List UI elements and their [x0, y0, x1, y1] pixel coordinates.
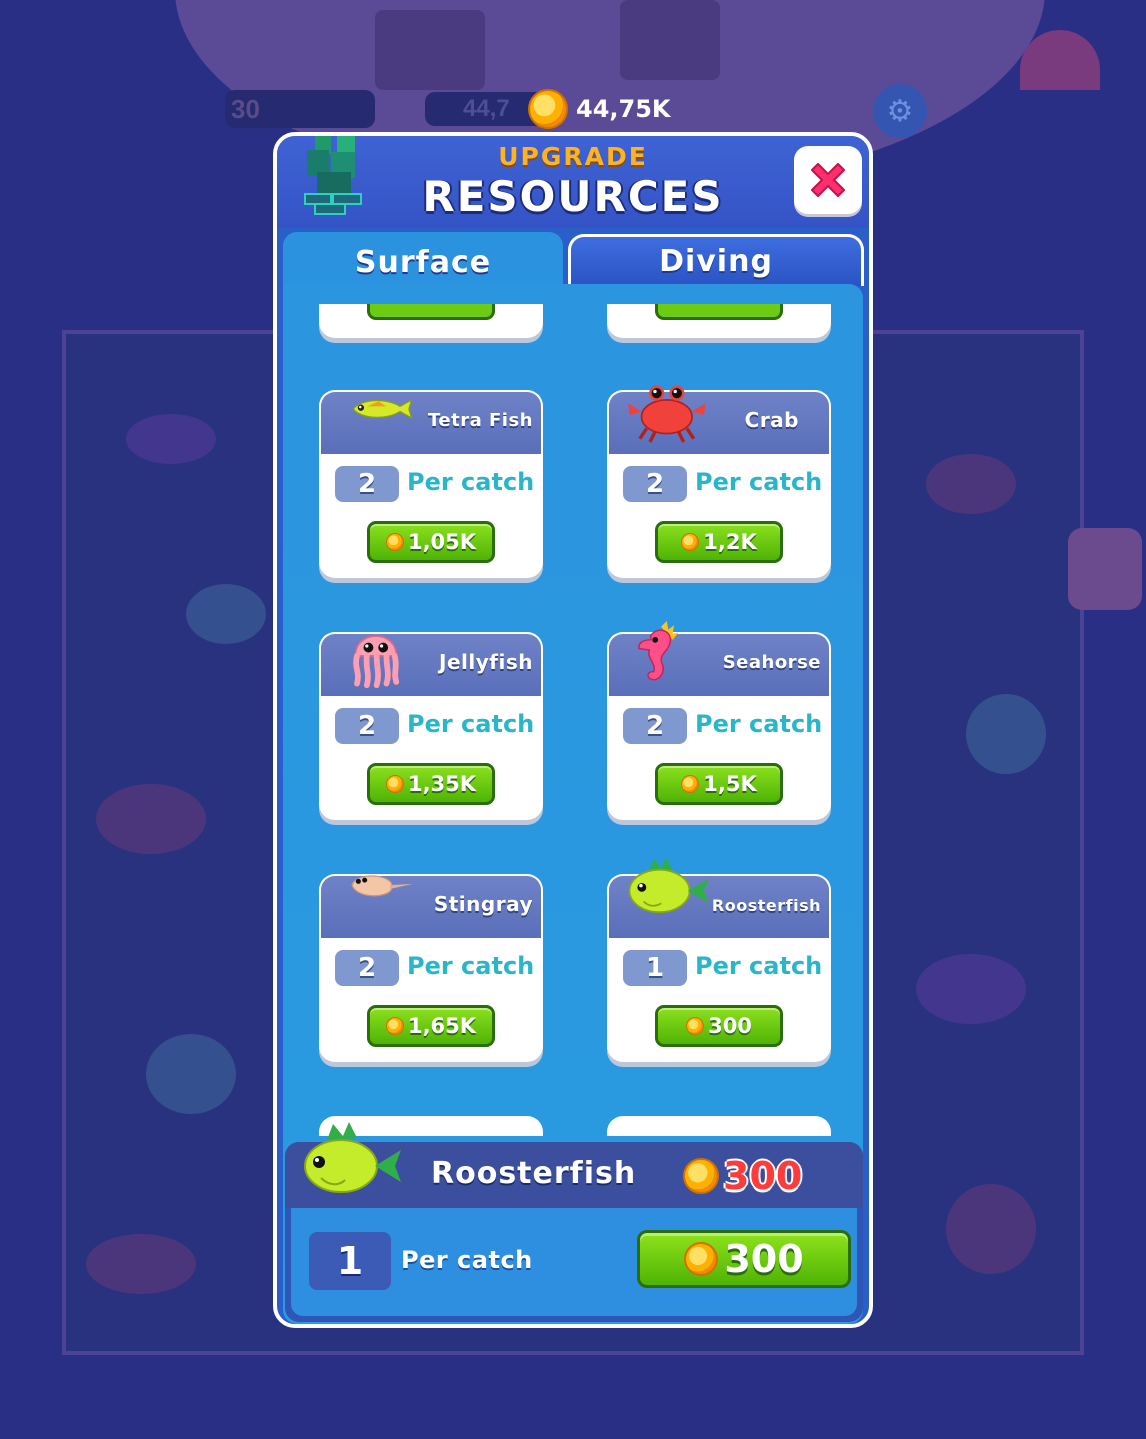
card-tetra-fish: Tetra Fish 2 Per catch 1,05K — [319, 390, 543, 578]
background-hut — [375, 10, 485, 90]
card-per-catch: Per catch — [695, 710, 823, 738]
close-button[interactable] — [794, 146, 862, 214]
price-label: 1,35K — [407, 772, 477, 796]
price-label: 1,5K — [703, 772, 757, 796]
card-seahorse: Seahorse 2 Per catch 1,5K — [607, 620, 831, 820]
level-badge: 30 — [225, 90, 375, 128]
upgrade-resources-panel: UPGRADE RESOURCES Surface Diving Tetra F… — [273, 132, 873, 1328]
buy-button[interactable]: 1,65K — [367, 1005, 495, 1047]
panel-subtitle: UPGRADE — [498, 142, 648, 171]
detail-price-label: 300 — [723, 1154, 803, 1198]
card-per-catch: Per catch — [407, 710, 535, 738]
roosterfish-icon — [628, 857, 710, 914]
card-name: Seahorse — [722, 652, 821, 673]
coin-icon — [686, 1017, 705, 1035]
card-name: Tetra Fish — [428, 410, 533, 431]
card-per-catch: Per catch — [695, 952, 823, 980]
price-label: 300 — [708, 1014, 752, 1038]
buy-button[interactable]: 1,35K — [367, 763, 495, 805]
card-name: Crab — [744, 408, 799, 432]
card-per-catch: Per catch — [407, 952, 535, 980]
detail-per-catch: Per catch — [401, 1246, 533, 1274]
seahorse-icon — [638, 620, 679, 681]
tab-surface[interactable]: Surface — [283, 232, 563, 292]
price-label: 1,65K — [407, 1014, 477, 1038]
tetra-fish-icon — [352, 398, 413, 420]
card-partial[interactable] — [607, 304, 831, 338]
card-jellyfish: Jellyfish 2 Per catch 1,35K — [319, 632, 543, 820]
card-partial[interactable] — [319, 304, 543, 338]
jellyfish-icon — [353, 635, 400, 689]
coin-icon — [528, 89, 568, 129]
background-hut — [620, 0, 720, 80]
buy-button[interactable] — [367, 304, 495, 320]
detail-count: 1 — [309, 1232, 391, 1290]
coin-icon — [684, 1242, 719, 1276]
price-label: 1,05K — [407, 530, 477, 554]
detail-name: Roosterfish — [431, 1156, 637, 1191]
buy-price-label: 300 — [724, 1237, 804, 1281]
backpack-icon — [1068, 528, 1142, 610]
roosterfish-icon — [304, 1122, 401, 1193]
panel-header: UPGRADE RESOURCES — [277, 136, 869, 228]
buy-button[interactable]: 1,05K — [367, 521, 495, 563]
tab-diving[interactable]: Diving — [568, 234, 864, 286]
card-stingray: Stingray 2 Per catch 1,65K — [319, 874, 543, 1062]
card-partial[interactable] — [607, 1116, 831, 1136]
coin-amount: 44,75K — [576, 95, 671, 123]
buy-button[interactable]: 1,2K — [655, 521, 783, 563]
card-name: Roosterfish — [711, 896, 821, 915]
coin-icon — [683, 1158, 719, 1194]
coin-icon — [681, 775, 700, 793]
card-count: 2 — [335, 708, 399, 744]
card-name: Jellyfish — [439, 650, 533, 674]
card-crab: Crab 2 Per catch 1,2K — [607, 385, 831, 578]
detail-body: 1 Per catch 300 — [291, 1208, 857, 1316]
coin-icon — [681, 533, 700, 551]
stingray-icon — [351, 875, 413, 897]
coin-icon — [385, 775, 404, 793]
price-label: 1,2K — [703, 530, 757, 554]
card-count: 2 — [623, 708, 687, 744]
coin-icon — [385, 533, 404, 551]
card-count: 2 — [335, 950, 399, 986]
buy-button[interactable] — [655, 304, 783, 320]
buy-button[interactable]: 1,5K — [655, 763, 783, 805]
card-count: 1 — [623, 950, 687, 986]
card-roosterfish: Roosterfish 1 Per catch 300 — [607, 857, 831, 1062]
card-name: Stingray — [433, 892, 533, 916]
buy-upgrade-button[interactable]: 300 — [637, 1230, 851, 1288]
card-per-catch: Per catch — [407, 468, 535, 496]
panel-title: RESOURCES — [422, 172, 724, 221]
selected-resource-detail: Roosterfish 300 1 Per catch 300 — [285, 1122, 863, 1322]
coin-icon — [385, 1017, 404, 1035]
crab-icon — [628, 385, 706, 443]
buy-button[interactable]: 300 — [655, 1005, 783, 1047]
card-per-catch: Per catch — [695, 468, 823, 496]
close-icon — [811, 163, 845, 197]
detail-price: 300 — [683, 1154, 802, 1198]
coin-counter: 44,75K — [528, 89, 671, 129]
settings-gear-icon: ⚙ — [873, 84, 927, 138]
card-count: 2 — [623, 466, 687, 502]
card-count: 2 — [335, 466, 399, 502]
